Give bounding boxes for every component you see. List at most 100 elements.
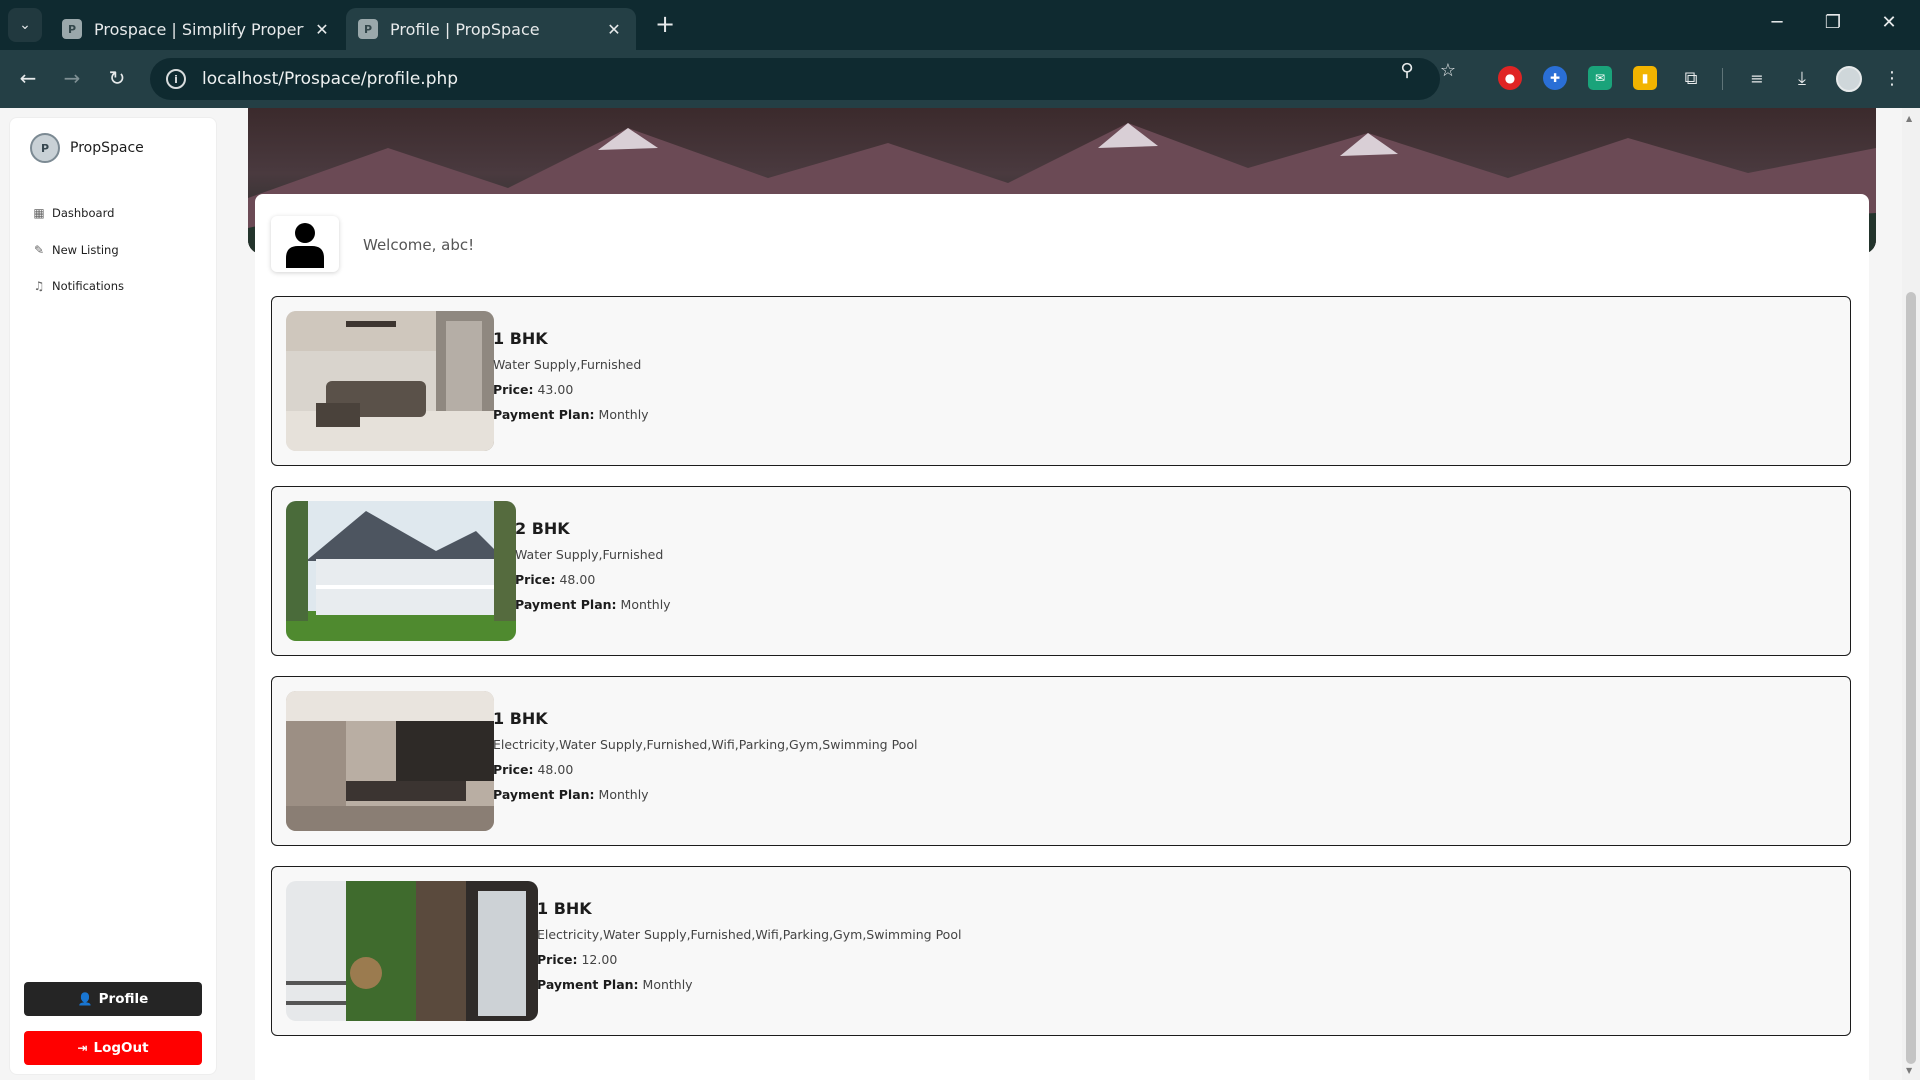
profile-button[interactable]: 👤 Profile (24, 982, 202, 1016)
browser-menu-icon[interactable]: ⋮ (1880, 66, 1904, 90)
price-value: 43.00 (537, 382, 574, 397)
sidebar-item-new-listing[interactable]: ✎ New Listing (32, 243, 119, 257)
media-queue-icon[interactable]: ≡ (1745, 66, 1769, 90)
price-value: 12.00 (581, 952, 618, 967)
logout-button[interactable]: ⇥ LogOut (24, 1031, 202, 1065)
zoom-icon[interactable]: ⚲ (1395, 60, 1419, 81)
scroll-down-icon[interactable]: ▼ (1906, 1066, 1912, 1075)
listing-card[interactable]: 1 BHK Electricity,Water Supply,Furnished… (271, 866, 1851, 1036)
user-silhouette-icon (286, 223, 324, 268)
scrollbar-thumb[interactable] (1906, 292, 1916, 1064)
browser-profile-avatar[interactable] (1836, 66, 1862, 92)
page-viewport: P PropSpace ▦ Dashboard ✎ New Listing ♫ … (0, 108, 1920, 1080)
payment-plan-label: Payment Plan: (493, 787, 595, 802)
extension-red-icon[interactable]: ● (1498, 66, 1522, 90)
back-arrow-icon[interactable]: ← (12, 62, 44, 94)
tab-search-button[interactable]: ⌄ (8, 8, 42, 42)
listing-photo-dining-room (286, 691, 494, 831)
brand-name: PropSpace (70, 140, 144, 156)
download-icon[interactable]: ⤓ (1790, 66, 1814, 90)
page-scrollbar[interactable]: ▲ ▼ (1902, 108, 1920, 1080)
sidebar-item-label: Notifications (52, 279, 124, 293)
listing-payment-plan: Payment Plan: Monthly (515, 597, 671, 612)
restore-window-icon[interactable]: ❐ (1821, 12, 1845, 33)
price-label: Price: (515, 572, 556, 587)
listing-card[interactable]: 1 BHK Electricity,Water Supply,Furnished… (271, 676, 1851, 846)
user-icon: 👤 (77, 992, 93, 1006)
logout-icon: ⇥ (77, 1041, 88, 1055)
price-value: 48.00 (559, 572, 596, 587)
listing-price: Price: 48.00 (515, 572, 671, 587)
sidebar: P PropSpace ▦ Dashboard ✎ New Listing ♫ … (9, 117, 217, 1075)
site-favicon-icon: P (358, 19, 378, 39)
listing-card[interactable]: 1 BHK Water Supply,Furnished Price: 43.0… (271, 296, 1851, 466)
listing-details: 1 BHK Water Supply,Furnished Price: 43.0… (493, 329, 649, 432)
price-value: 48.00 (537, 762, 574, 777)
listing-price: Price: 12.00 (537, 952, 961, 967)
listing-price: Price: 43.00 (493, 382, 649, 397)
listing-card[interactable]: 2 BHK Water Supply,Furnished Price: 48.0… (271, 486, 1851, 656)
site-favicon-icon: P (62, 19, 82, 39)
payment-plan-value: Monthly (620, 597, 671, 612)
pencil-icon: ✎ (33, 243, 45, 257)
listing-amenities: Electricity,Water Supply,Furnished,Wifi,… (537, 927, 962, 942)
payment-plan-value: Monthly (598, 407, 649, 422)
payment-plan-label: Payment Plan: (515, 597, 617, 612)
payment-plan-label: Payment Plan: (537, 977, 639, 992)
listing-amenities: Water Supply,Furnished (493, 357, 642, 372)
welcome-message: Welcome, abc! (363, 236, 475, 254)
tab-title: Prospace | Simplify Property Lis (94, 19, 304, 39)
payment-plan-label: Payment Plan: (493, 407, 595, 422)
price-label: Price: (493, 382, 534, 397)
close-window-icon[interactable]: ✕ (1877, 12, 1901, 33)
sidebar-item-notifications[interactable]: ♫ Notifications (32, 279, 124, 293)
price-label: Price: (493, 762, 534, 777)
listing-amenities: Electricity,Water Supply,Furnished,Wifi,… (493, 737, 918, 752)
listing-details: 1 BHK Electricity,Water Supply,Furnished… (493, 709, 917, 812)
listing-title: 2 BHK (515, 519, 570, 538)
brand[interactable]: P PropSpace (30, 133, 144, 163)
logout-button-label: LogOut (93, 1040, 149, 1056)
site-info-icon[interactable]: i (166, 69, 186, 89)
listing-title: 1 BHK (537, 899, 592, 918)
payment-plan-value: Monthly (598, 787, 649, 802)
url-text: localhost/Prospace/profile.php (202, 69, 459, 89)
payment-plan-value: Monthly (642, 977, 693, 992)
listing-payment-plan: Payment Plan: Monthly (493, 787, 917, 802)
listing-photo-house (286, 501, 516, 641)
toolbar-divider (1722, 68, 1723, 90)
extension-blue-icon[interactable]: ✚ (1543, 66, 1567, 90)
listing-title: 1 BHK (493, 709, 548, 728)
bookmark-star-icon[interactable]: ☆ (1436, 60, 1460, 81)
listing-payment-plan: Payment Plan: Monthly (493, 407, 649, 422)
browser-tab-prospace-home[interactable]: P Prospace | Simplify Property Lis ✕ (50, 8, 344, 50)
close-tab-icon[interactable]: ✕ (604, 20, 624, 39)
user-avatar (271, 216, 339, 272)
scroll-up-icon[interactable]: ▲ (1906, 114, 1912, 123)
browser-toolbar: ← → ↻ i localhost/Prospace/profile.php ⚲… (0, 50, 1920, 108)
listing-price: Price: 48.00 (493, 762, 917, 777)
price-label: Price: (537, 952, 578, 967)
tab-title: Profile | PropSpace (390, 19, 540, 39)
new-tab-button[interactable]: + (650, 10, 680, 38)
extension-mail-icon[interactable]: ✉ (1588, 66, 1612, 90)
browser-tab-bar: ⌄ P Prospace | Simplify Property Lis ✕ P… (0, 0, 1920, 50)
sidebar-item-label: Dashboard (52, 206, 115, 220)
listing-details: 2 BHK Water Supply,Furnished Price: 48.0… (515, 519, 671, 622)
extensions-puzzle-icon[interactable]: ⧉ (1679, 66, 1703, 90)
profile-button-label: Profile (98, 991, 149, 1007)
listing-title: 1 BHK (493, 329, 548, 348)
dashboard-icon: ▦ (33, 206, 45, 220)
forward-arrow-icon[interactable]: → (56, 62, 88, 94)
minimize-window-icon[interactable]: ─ (1765, 12, 1789, 33)
bell-icon: ♫ (33, 279, 45, 293)
listing-details: 1 BHK Electricity,Water Supply,Furnished… (537, 899, 961, 1002)
browser-tab-profile[interactable]: P Profile | PropSpace ✕ (346, 8, 636, 50)
close-tab-icon[interactable]: ✕ (312, 20, 332, 39)
profile-content: Welcome, abc! 1 BHK Water Supply,Furnish… (255, 194, 1869, 1080)
address-bar[interactable]: i localhost/Prospace/profile.php (150, 58, 1440, 100)
reload-icon[interactable]: ↻ (101, 62, 133, 94)
extension-yellow-icon[interactable]: ▮ (1633, 66, 1657, 90)
sidebar-item-label: New Listing (52, 243, 119, 257)
sidebar-item-dashboard[interactable]: ▦ Dashboard (32, 206, 114, 220)
